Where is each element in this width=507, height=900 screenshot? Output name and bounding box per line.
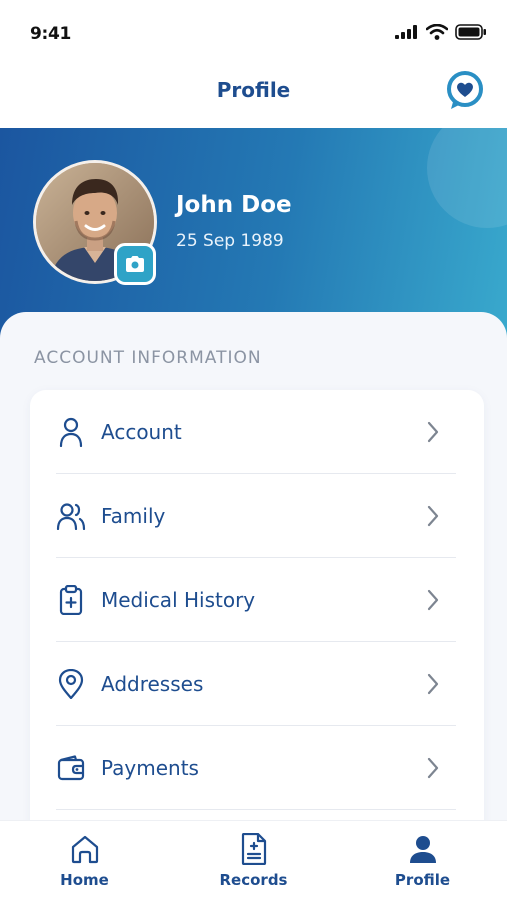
user-name: John Doe: [176, 192, 292, 218]
account-menu-card: Account Family Medical History Addresses: [30, 390, 484, 850]
menu-item-payments[interactable]: Payments: [56, 726, 456, 810]
status-time: 9:41: [30, 24, 72, 44]
status-icons: [395, 24, 487, 40]
tab-profile[interactable]: Profile: [338, 821, 507, 900]
chevron-right-icon: [427, 421, 439, 442]
chevron-right-icon: [427, 505, 439, 526]
status-bar: 9:41: [0, 0, 507, 64]
tab-label: Profile: [394, 871, 451, 889]
section-title: ACCOUNT INFORMATION: [34, 348, 262, 368]
profile-icon: [407, 833, 439, 865]
profile-hero: John Doe 25 Sep 1989: [0, 128, 507, 338]
user-dob: 25 Sep 1989: [176, 231, 284, 251]
menu-item-label: Addresses: [101, 671, 204, 696]
chevron-right-icon: [427, 757, 439, 778]
menu-item-label: Payments: [101, 755, 199, 780]
tab-label: Home: [60, 871, 109, 889]
menu-item-addresses[interactable]: Addresses: [56, 642, 456, 726]
content-panel: ACCOUNT INFORMATION Account Family Medic…: [0, 312, 507, 850]
user-icon: [56, 417, 86, 447]
tab-label: Records: [219, 871, 288, 889]
menu-item-label: Medical History: [101, 587, 256, 612]
menu-item-account[interactable]: Account: [56, 390, 456, 474]
wallet-icon: [56, 753, 86, 783]
menu-item-medical-history[interactable]: Medical History: [56, 558, 456, 642]
chevron-right-icon: [427, 673, 439, 694]
home-icon: [69, 833, 101, 865]
bottom-tab-bar: Home Records Profile: [0, 820, 507, 900]
decorative-bubble: [427, 128, 507, 228]
tab-records[interactable]: Records: [169, 821, 338, 900]
nav-header: Profile: [0, 64, 507, 128]
camera-icon: [126, 256, 144, 272]
menu-item-family[interactable]: Family: [56, 474, 456, 558]
menu-item-label: Family: [101, 503, 166, 528]
clipboard-medical-icon: [56, 584, 86, 615]
location-pin-icon: [56, 668, 86, 699]
chat-heart-icon[interactable]: [445, 70, 485, 110]
chevron-right-icon: [427, 589, 439, 610]
cellular-signal-icon: [395, 25, 417, 39]
records-icon: [238, 833, 270, 865]
tab-home[interactable]: Home: [0, 821, 169, 900]
battery-icon: [455, 24, 486, 40]
family-icon: [56, 501, 86, 531]
page-title: Profile: [216, 78, 291, 102]
change-photo-button[interactable]: [114, 243, 156, 285]
menu-item-label: Account: [101, 419, 182, 444]
wifi-icon: [426, 24, 448, 40]
